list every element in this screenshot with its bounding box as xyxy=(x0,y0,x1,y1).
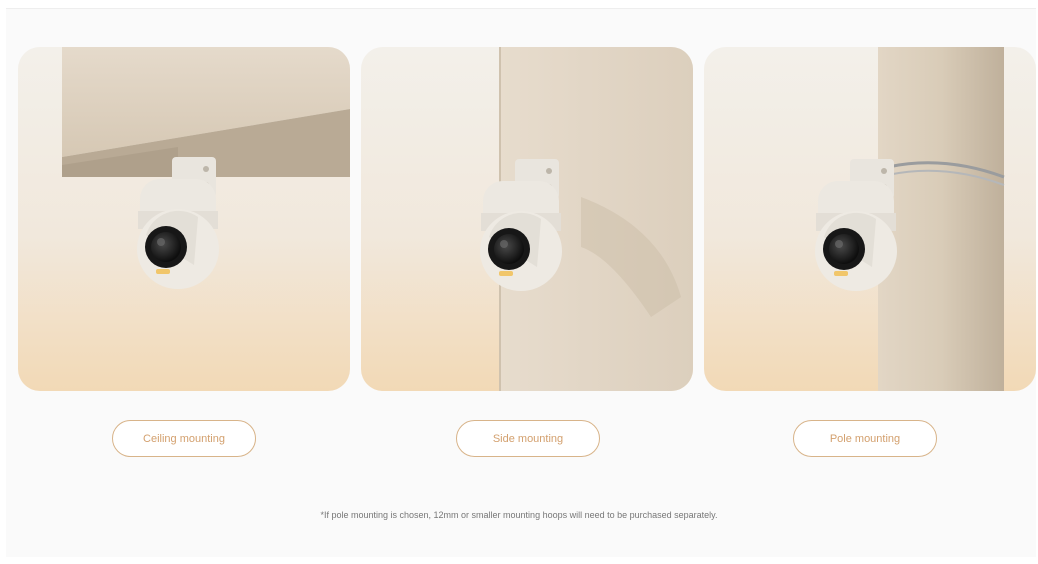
pole-mounting-button[interactable]: Pole mounting xyxy=(793,420,937,457)
ceiling-mount-image xyxy=(18,47,350,391)
ceiling-mounting-button[interactable]: Ceiling mounting xyxy=(112,420,256,457)
pole-mount-footnote: *If pole mounting is chosen, 12mm or sma… xyxy=(320,510,718,520)
side-mount-image xyxy=(361,47,693,391)
pole-mount-image xyxy=(704,47,1036,391)
side-mounting-button[interactable]: Side mounting xyxy=(456,420,600,457)
